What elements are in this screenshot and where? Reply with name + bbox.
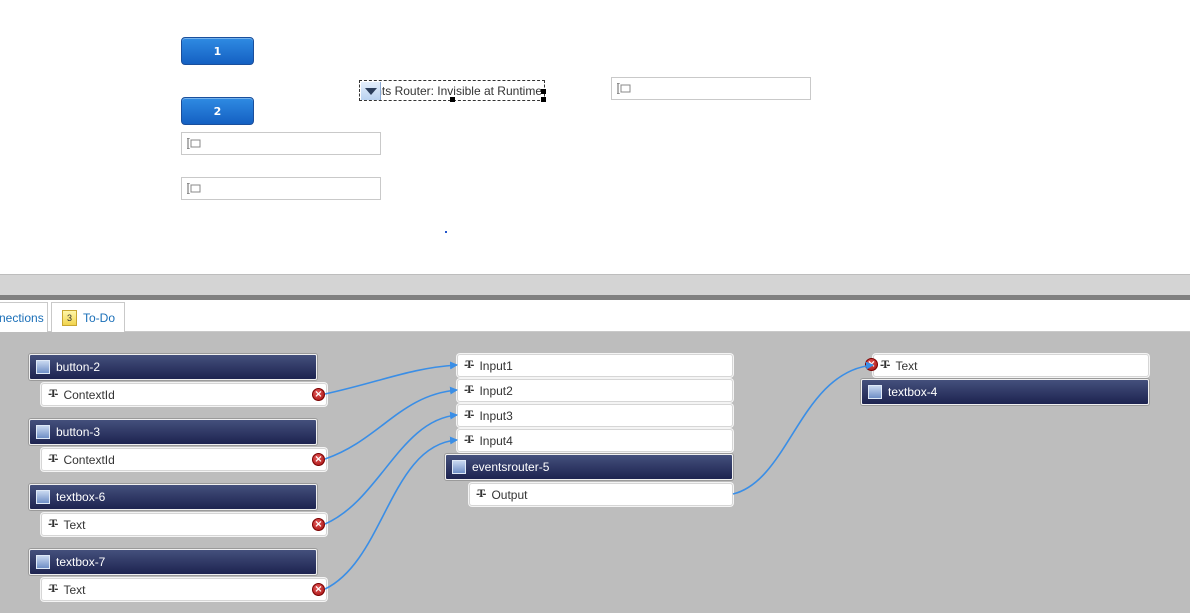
- remove-connection-icon[interactable]: ×: [312, 583, 325, 596]
- property-label: Input4: [479, 433, 513, 448]
- tab-todo[interactable]: 3 To-Do: [51, 302, 125, 332]
- resize-handle[interactable]: [541, 97, 546, 102]
- property-label: Output: [491, 487, 528, 502]
- component-eventsrouter-5[interactable]: eventsrouter-5: [445, 454, 733, 480]
- component-name: textbox-7: [56, 555, 106, 569]
- panel-tab-bar: [0, 300, 1190, 332]
- resize-handle[interactable]: [541, 89, 546, 94]
- remove-connection-icon[interactable]: ×: [312, 518, 325, 531]
- remove-connection-icon[interactable]: ×: [312, 388, 325, 401]
- component-icon: [36, 555, 50, 569]
- remove-connection-icon[interactable]: ×: [312, 453, 325, 466]
- dropdown-arrow-icon: [361, 82, 381, 100]
- property-text[interactable]: -T- Text: [41, 578, 327, 601]
- component-icon: [36, 425, 50, 439]
- property-contextid[interactable]: -T- ContextId: [41, 383, 327, 406]
- resize-handle[interactable]: [450, 97, 455, 102]
- text-property-icon: -T-: [48, 519, 58, 530]
- router-input-4[interactable]: -T- Input4: [457, 429, 733, 452]
- component-textbox-4[interactable]: textbox-4: [861, 379, 1149, 405]
- component-button-2[interactable]: button-2: [29, 354, 317, 380]
- router-input-2[interactable]: -T- Input2: [457, 379, 733, 402]
- component-icon: [36, 360, 50, 374]
- remove-connection-icon[interactable]: ×: [865, 358, 878, 371]
- property-label: Text: [895, 358, 918, 373]
- property-label: Input1: [479, 358, 513, 373]
- component-name: button-2: [56, 360, 101, 374]
- component-name: textbox-6: [56, 490, 106, 504]
- tab-connections-label: nections: [0, 310, 44, 325]
- events-router-label: nts Router: Invisible at Runtime: [375, 84, 542, 98]
- canvas-button-2[interactable]: 2: [181, 97, 254, 125]
- text-property-icon: -T-: [48, 389, 58, 400]
- canvas-textbox[interactable]: [181, 177, 381, 200]
- router-output[interactable]: -T- Output: [469, 483, 733, 506]
- textbox-icon: [187, 183, 201, 194]
- textbox-icon: [187, 138, 201, 149]
- component-name: button-3: [56, 425, 101, 439]
- splitter-bar[interactable]: [0, 274, 1190, 295]
- text-property-icon: -T-: [880, 360, 890, 371]
- property-label: Text: [63, 582, 86, 597]
- router-input-1[interactable]: -T- Input1: [457, 354, 733, 377]
- component-icon: [452, 460, 466, 474]
- text-property-icon: -T-: [48, 454, 58, 465]
- component-textbox-7[interactable]: textbox-7: [29, 549, 317, 575]
- component-name: textbox-4: [888, 385, 938, 399]
- property-label: ContextId: [63, 452, 115, 467]
- text-property-icon: -T-: [464, 360, 474, 371]
- canvas-textbox[interactable]: [181, 132, 381, 155]
- text-property-icon: -T-: [476, 489, 486, 500]
- property-label: Input2: [479, 383, 513, 398]
- component-name: eventsrouter-5: [472, 460, 550, 474]
- component-icon: [868, 385, 882, 399]
- design-canvas: [0, 0, 1190, 274]
- property-text[interactable]: -T- Text: [873, 354, 1149, 377]
- tab-connections[interactable]: nections: [0, 302, 48, 332]
- component-textbox-6[interactable]: textbox-6: [29, 484, 317, 510]
- canvas-button-1[interactable]: 1: [181, 37, 254, 65]
- text-property-icon: -T-: [464, 410, 474, 421]
- tab-todo-label: To-Do: [83, 310, 116, 325]
- todo-count-badge: 3: [62, 309, 77, 326]
- component-icon: [36, 490, 50, 504]
- textbox-icon: [617, 83, 631, 94]
- property-label: Input3: [479, 408, 513, 423]
- component-button-3[interactable]: button-3: [29, 419, 317, 445]
- canvas-textbox[interactable]: [611, 77, 811, 100]
- text-property-icon: -T-: [48, 584, 58, 595]
- text-property-icon: -T-: [464, 435, 474, 446]
- router-input-3[interactable]: -T- Input3: [457, 404, 733, 427]
- property-contextid[interactable]: -T- ContextId: [41, 448, 327, 471]
- property-label: ContextId: [63, 387, 115, 402]
- canvas-dot: [445, 231, 447, 233]
- text-property-icon: -T-: [464, 385, 474, 396]
- property-text[interactable]: -T- Text: [41, 513, 327, 536]
- property-label: Text: [63, 517, 86, 532]
